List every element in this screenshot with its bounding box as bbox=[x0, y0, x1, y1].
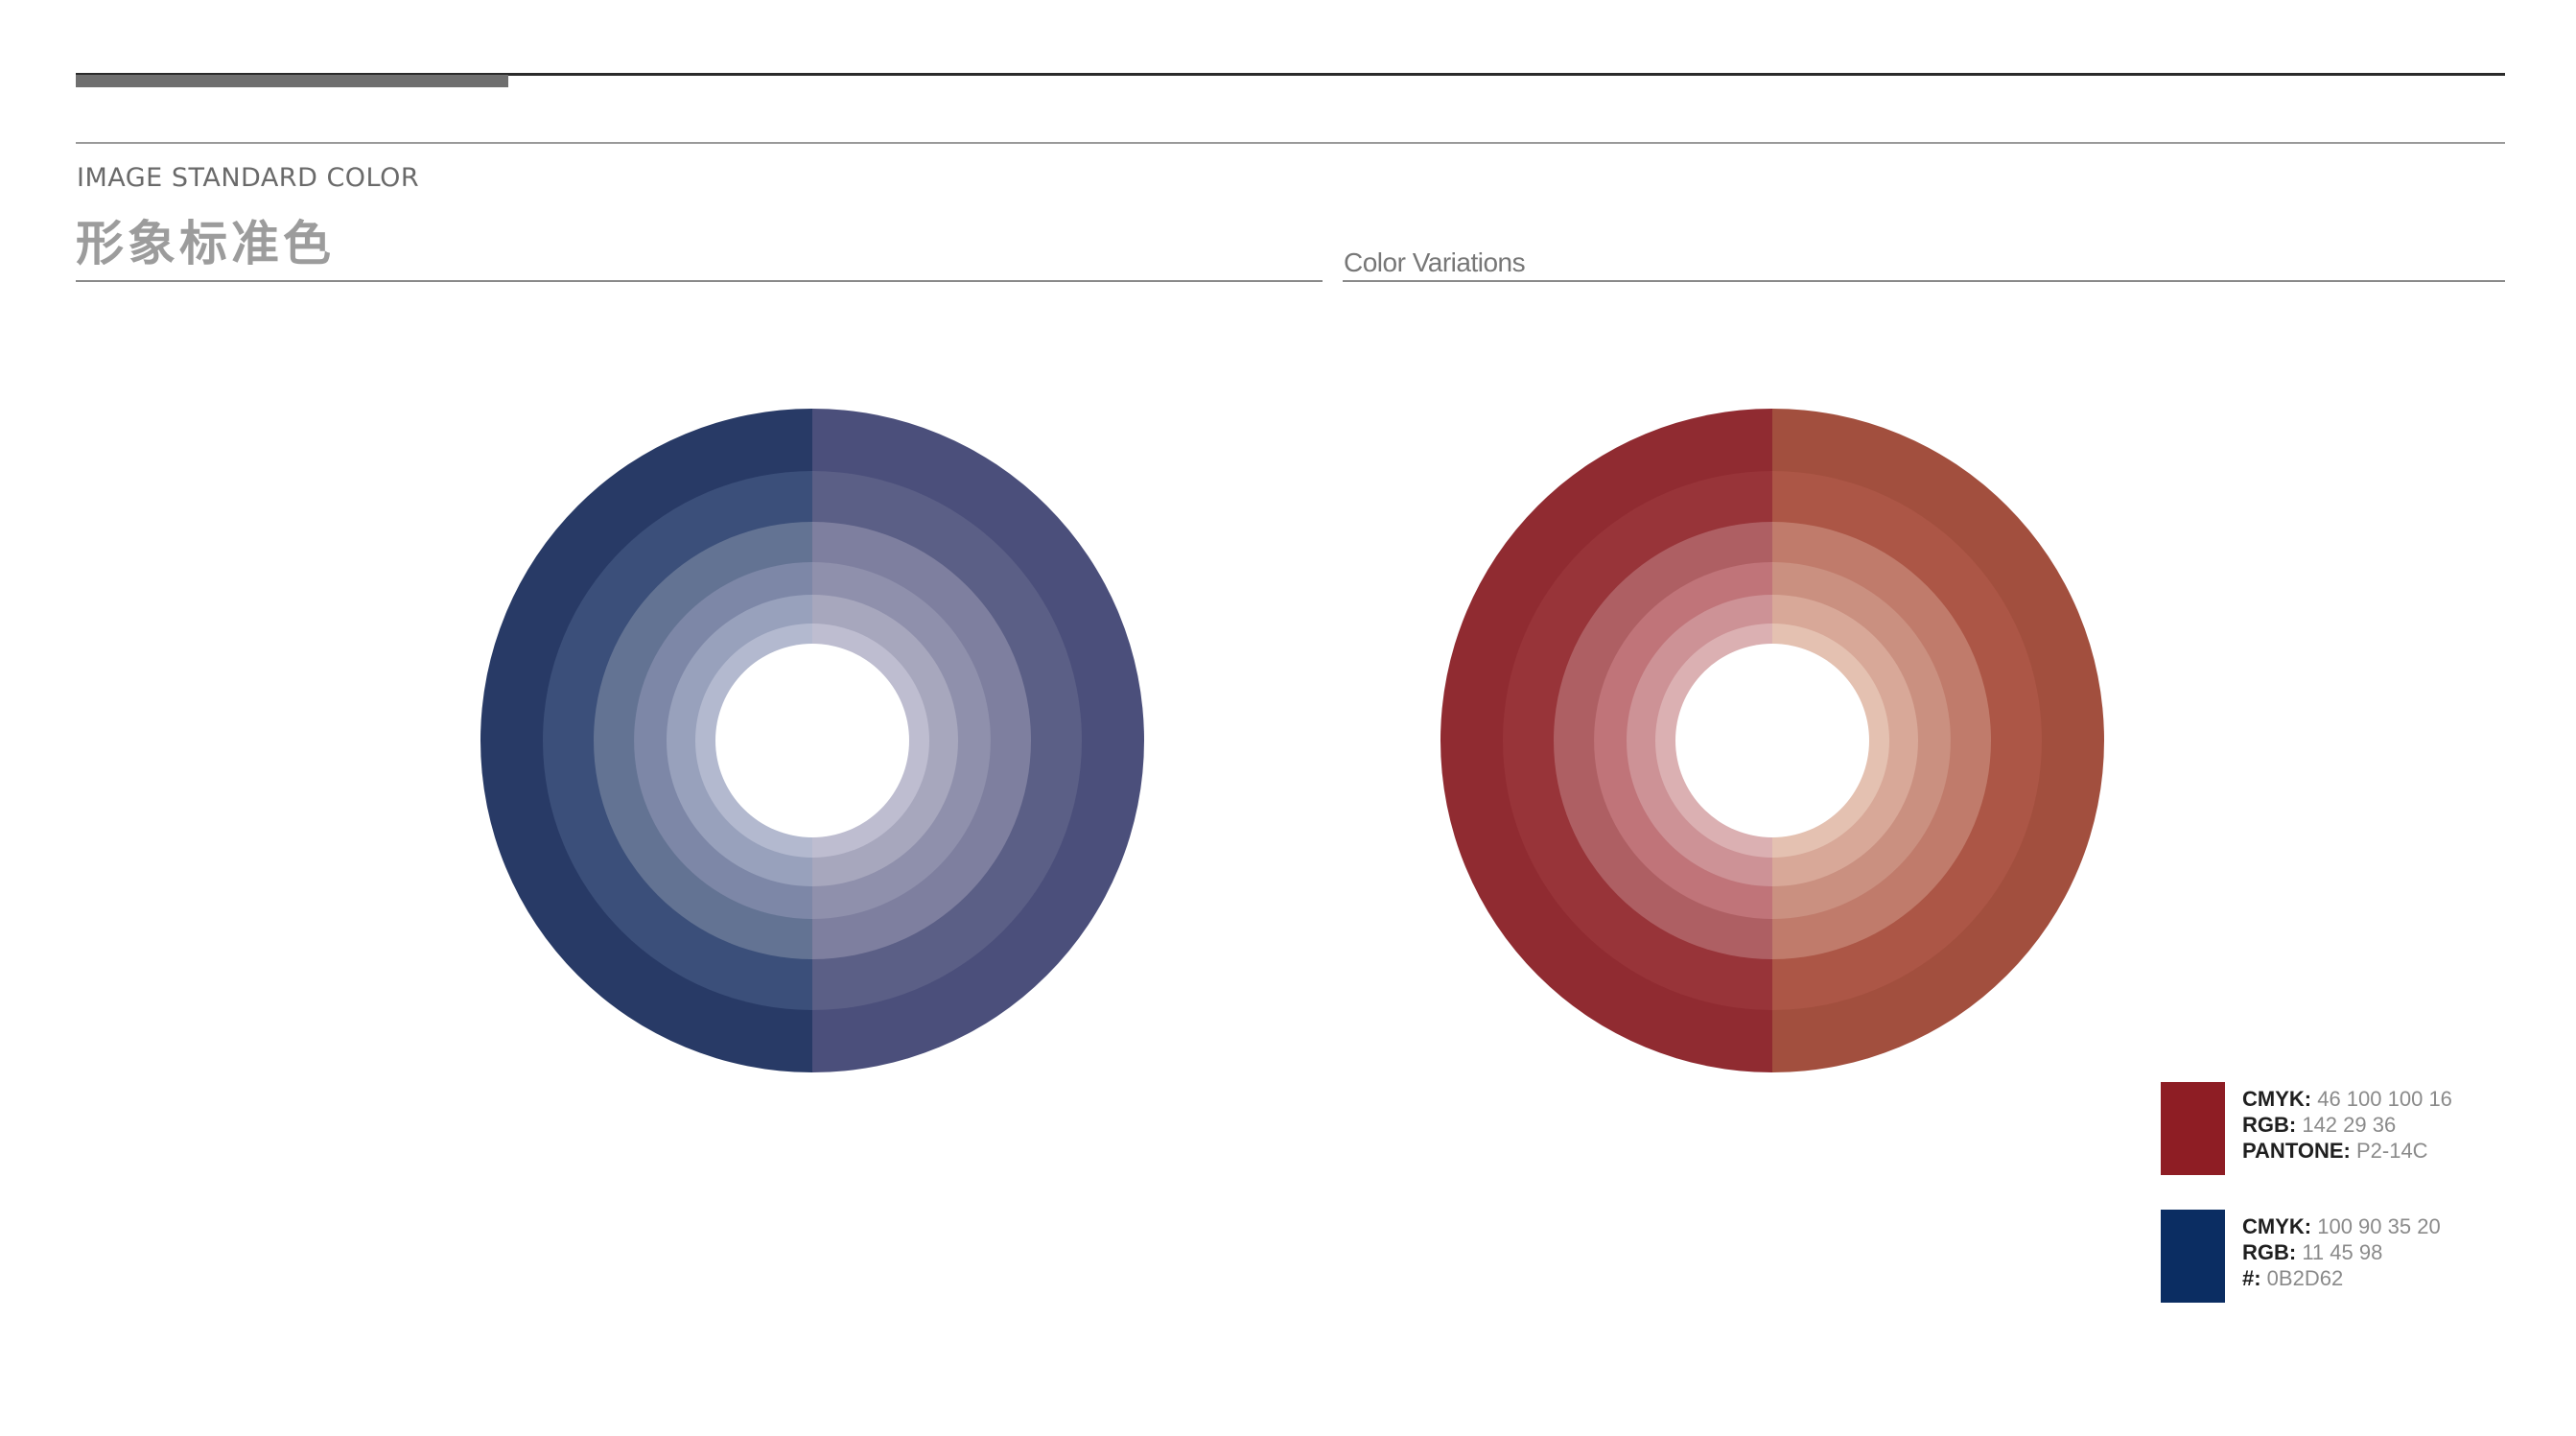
ring-segment-right bbox=[1772, 409, 2104, 1072]
ring-segment-left bbox=[1594, 562, 1772, 919]
ring-center-hole bbox=[1675, 644, 1869, 837]
ring-segment-left bbox=[695, 624, 812, 858]
header-rule bbox=[76, 142, 2505, 144]
ring-segment-right bbox=[812, 471, 1082, 1010]
title-underline bbox=[76, 280, 1323, 282]
red-spec-line: PANTONE: P2-14C bbox=[2242, 1139, 2428, 1163]
ring-segment-left bbox=[480, 409, 812, 1072]
navy-spec-line: RGB: 11 45 98 bbox=[2242, 1240, 2383, 1264]
ring-segment-right bbox=[812, 409, 1144, 1072]
ring-center-hole bbox=[715, 644, 909, 837]
ring-segment-left bbox=[667, 595, 812, 886]
ring-segment-left bbox=[1440, 409, 1772, 1072]
ring-segment-left bbox=[634, 562, 812, 919]
red-spec-line: RGB: 142 29 36 bbox=[2242, 1113, 2397, 1137]
navy-color-spec: CMYK: 100 90 35 20 RGB: 11 45 98 #: 0B2D… bbox=[2242, 1213, 2441, 1291]
ring-segment-left bbox=[1503, 471, 1772, 1010]
navy-swatch bbox=[2161, 1210, 2225, 1303]
ring-segment-right bbox=[1772, 595, 1918, 886]
ring-segment-right bbox=[812, 624, 929, 858]
page-title-en: IMAGE STANDARD COLOR bbox=[77, 163, 420, 193]
ring-segment-right bbox=[1772, 522, 1991, 959]
ring-segment-right bbox=[812, 595, 958, 886]
ring-segment-right bbox=[1772, 624, 1889, 858]
red-spec-line: CMYK: 46 100 100 16 bbox=[2242, 1087, 2452, 1111]
ring-segment-right bbox=[1772, 471, 2042, 1010]
navy-spec-line: CMYK: 100 90 35 20 bbox=[2242, 1214, 2441, 1238]
ring-segment-left bbox=[594, 522, 812, 959]
red-color-ring bbox=[1440, 409, 2104, 1072]
ring-segment-left bbox=[1655, 624, 1772, 858]
subtitle-underline bbox=[1343, 280, 2505, 282]
ring-segment-left bbox=[1554, 522, 1772, 959]
navy-spec-line: #: 0B2D62 bbox=[2242, 1266, 2344, 1290]
section-subtitle: Color Variations bbox=[1344, 247, 1526, 277]
blue-color-ring bbox=[480, 409, 1144, 1072]
red-swatch bbox=[2161, 1082, 2225, 1175]
ring-segment-right bbox=[812, 522, 1031, 959]
ring-segment-left bbox=[543, 471, 812, 1010]
red-color-spec: CMYK: 46 100 100 16 RGB: 142 29 36 PANTO… bbox=[2242, 1086, 2452, 1164]
page-title-cn: 形象标准色 bbox=[76, 216, 335, 271]
top-rule-accent bbox=[76, 75, 508, 87]
ring-segment-left bbox=[1627, 595, 1772, 886]
ring-segment-right bbox=[1772, 562, 1951, 919]
ring-segment-right bbox=[812, 562, 991, 919]
